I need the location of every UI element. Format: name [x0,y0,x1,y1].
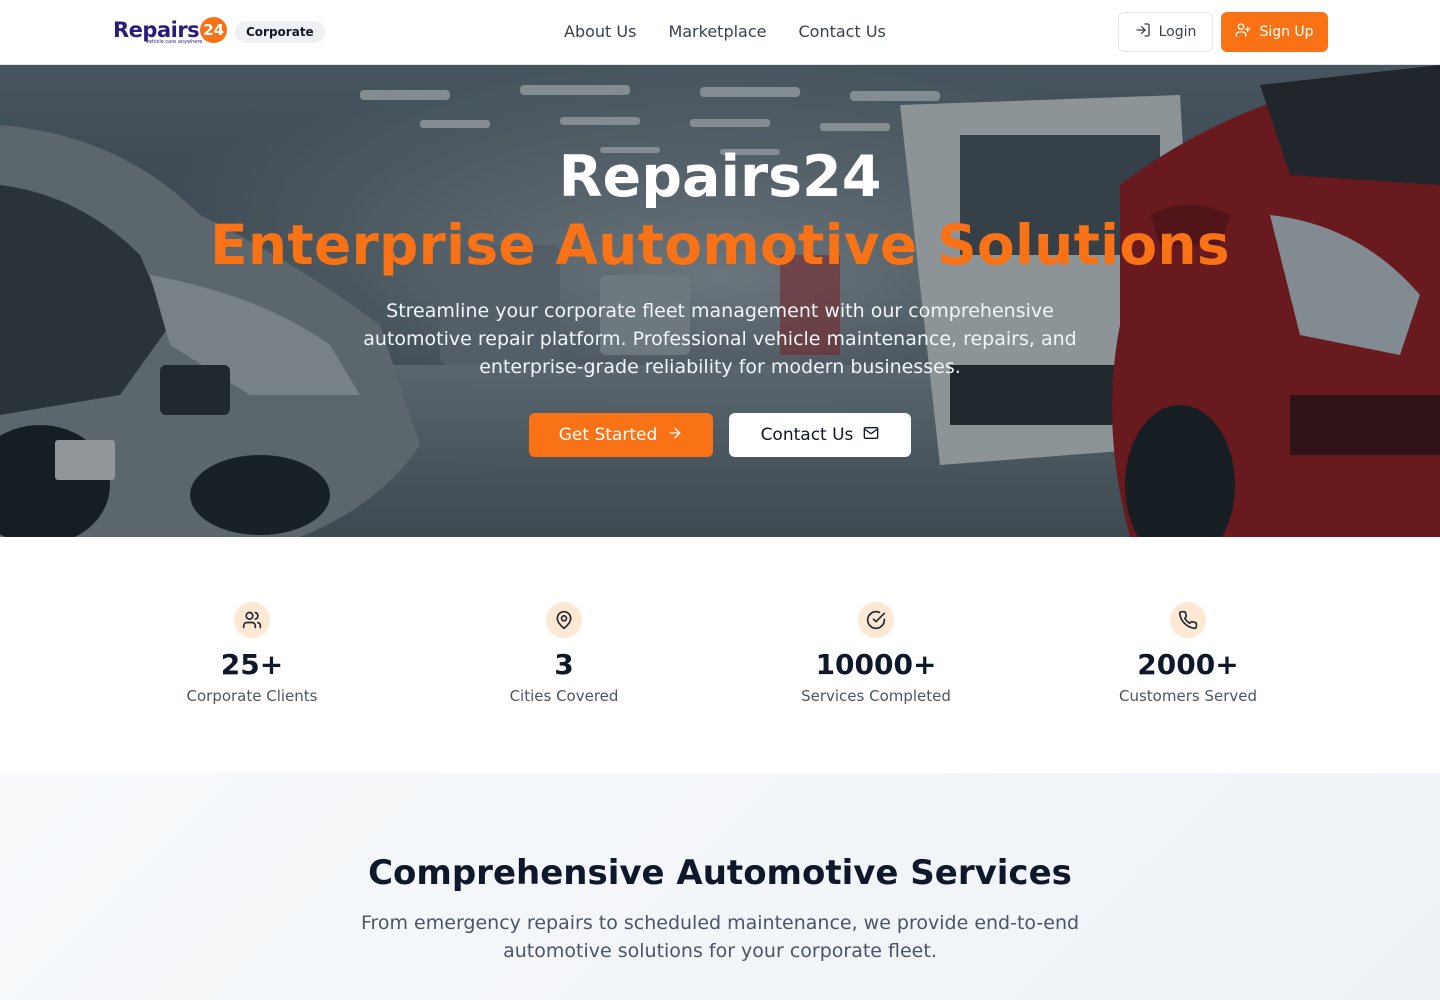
hero-description: Streamline your corporate fleet manageme… [363,300,1077,378]
hero-subtitle: Enterprise Automotive Solutions [210,213,1230,277]
signup-button[interactable]: Sign Up [1221,12,1328,52]
stat-cities-covered: 3 Cities Covered [408,602,720,707]
nav-about-us[interactable]: About Us [564,21,636,43]
stats-section: 25+ Corporate Clients 3 Cities Covered 1… [0,537,1440,773]
logo-number-badge: 24 [200,17,228,43]
services-description: From emergency repairs to scheduled main… [360,912,1080,962]
login-icon [1135,22,1151,42]
main-nav: About Us Marketplace Contact Us [564,21,886,43]
mail-icon [863,425,879,446]
nav-contact-us[interactable]: Contact Us [798,21,885,43]
services-title: Comprehensive Automotive Services [368,853,1072,893]
hero-section: Repairs24 Enterprise Automotive Solution… [0,65,1440,537]
services-section: Comprehensive Automotive Services From e… [0,773,1440,1000]
nav-marketplace[interactable]: Marketplace [668,21,766,43]
users-icon [234,602,270,638]
stat-label: Customers Served [1119,687,1257,705]
get-started-button[interactable]: Get Started [529,413,713,457]
stat-customers-served: 2000+ Customers Served [1032,602,1344,707]
stat-value: 3 [554,648,574,681]
check-circle-icon [858,602,894,638]
phone-icon [1170,602,1206,638]
stat-corporate-clients: 25+ Corporate Clients [96,602,408,707]
contact-us-label: Contact Us [760,425,854,445]
contact-us-button[interactable]: Contact Us [729,413,911,457]
stat-value: 10000+ [815,648,937,681]
corporate-badge: Corporate [235,21,325,43]
logo-tagline: vehicle care anywhere [146,39,203,45]
arrow-right-icon [667,425,683,446]
stat-value: 2000+ [1137,648,1239,681]
login-label: Login [1158,24,1197,40]
stat-value: 25+ [220,648,284,681]
hero-title: Repairs24 [558,144,882,210]
get-started-label: Get Started [558,425,658,445]
stat-label: Cities Covered [509,687,619,705]
stat-label: Corporate Clients [186,687,318,705]
user-plus-icon [1235,22,1251,42]
signup-label: Sign Up [1259,24,1314,40]
stat-services-completed: 10000+ Services Completed [720,602,1032,707]
brand-logo[interactable]: Repairs 24 vehicle care anywhere [113,17,228,45]
map-pin-icon [546,602,582,638]
site-header: Repairs 24 vehicle care anywhere Corpora… [0,0,1440,65]
stat-label: Services Completed [801,687,951,705]
login-button[interactable]: Login [1118,12,1213,52]
